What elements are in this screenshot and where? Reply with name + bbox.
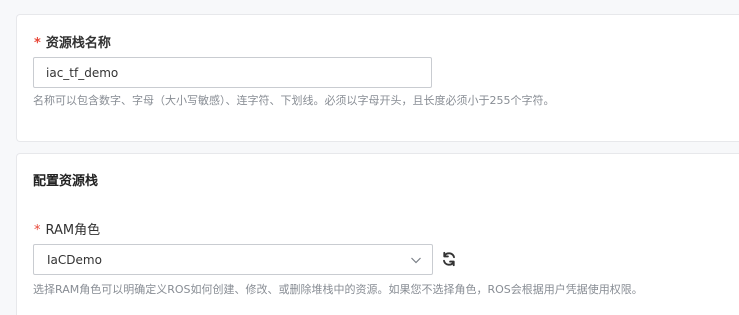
stack-name-label-text: 资源栈名称	[45, 36, 111, 51]
stack-name-input[interactable]	[33, 57, 432, 88]
chevron-down-icon	[411, 257, 421, 264]
ram-role-label-text: RAM角色	[45, 223, 101, 238]
ram-role-selected-value: IaCDemo	[47, 253, 102, 267]
ram-role-help: 选择RAM角色可以明确定义ROS如何创建、修改、或删除堆栈中的资源。如果您不选择…	[33, 283, 643, 296]
required-mark: *	[34, 36, 41, 51]
refresh-icon[interactable]	[441, 251, 457, 267]
config-section-title: 配置资源栈	[33, 174, 99, 189]
stack-name-label: * 资源栈名称	[34, 36, 111, 52]
stack-name-card: * 资源栈名称 名称可以包含数字、字母（大小写敏感）、连字符、下划线。必须以字母开…	[16, 14, 739, 142]
stack-name-help: 名称可以包含数字、字母（大小写敏感）、连字符、下划线。必须以字母开头，且长度必须…	[33, 94, 555, 107]
page: * 资源栈名称 名称可以包含数字、字母（大小写敏感）、连字符、下划线。必须以字母开…	[0, 0, 739, 315]
required-mark: *	[34, 223, 41, 238]
ram-role-select[interactable]: IaCDemo	[33, 244, 433, 275]
config-stack-card: 配置资源栈 * RAM角色 IaCDemo 选择RAM角色可以明确定义ROS如何创…	[16, 153, 739, 315]
ram-role-label: * RAM角色	[34, 223, 100, 239]
